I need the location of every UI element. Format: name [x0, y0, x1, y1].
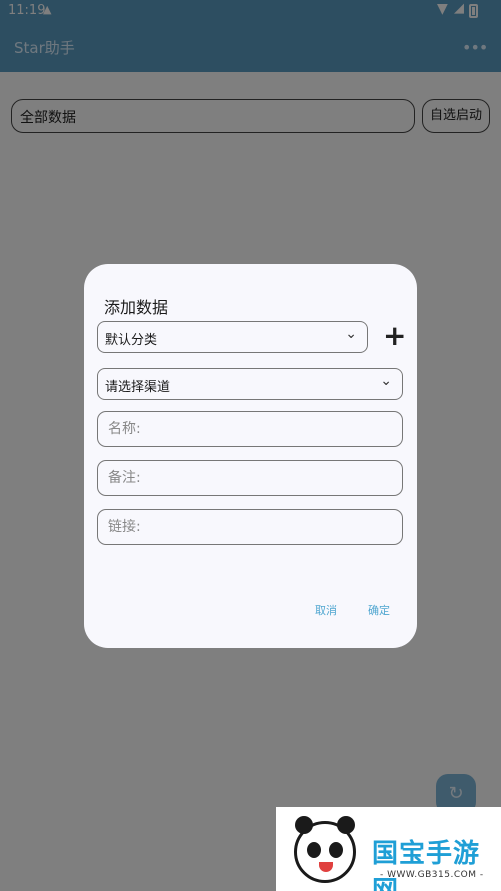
dialog-title: 添加数据 [104, 298, 169, 317]
watermark-url: - WWW.GB315.COM - [380, 870, 484, 880]
confirm-button[interactable]: 确定 [368, 602, 390, 618]
channel-select[interactable]: 请选择渠道 ⌄ [97, 368, 403, 400]
note-field-container [97, 460, 403, 496]
note-input[interactable] [98, 461, 402, 495]
category-select[interactable]: 默认分类 ⌄ [97, 321, 368, 353]
chevron-down-icon: ⌄ [380, 373, 392, 389]
plus-icon[interactable]: + [383, 322, 406, 350]
category-value: 默认分类 [105, 333, 158, 348]
add-data-dialog: 添加数据 默认分类 ⌄ + 请选择渠道 ⌄ 取消 确定 [84, 264, 417, 648]
channel-value: 请选择渠道 [105, 380, 171, 395]
site-watermark: 国宝手游网 - WWW.GB315.COM - [276, 807, 501, 891]
watermark-title: 国宝手游网 [372, 839, 481, 891]
panda-logo-icon [294, 816, 356, 883]
name-input[interactable] [98, 412, 402, 446]
name-field-container [97, 411, 403, 447]
cancel-button[interactable]: 取消 [315, 602, 337, 618]
chevron-down-icon: ⌄ [345, 326, 357, 342]
link-input[interactable] [98, 510, 402, 544]
link-field-container [97, 509, 403, 545]
